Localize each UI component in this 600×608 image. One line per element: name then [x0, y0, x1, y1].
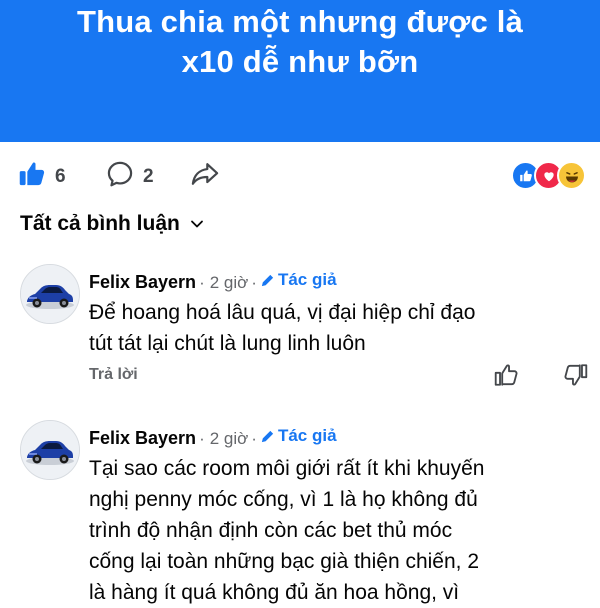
- thumbs-down-icon[interactable]: [563, 362, 589, 393]
- thumbs-up-icon[interactable]: [493, 362, 519, 393]
- post-banner: Thua chia một nhưng được là x10 dễ như b…: [0, 0, 600, 142]
- comment-bubble-icon: [106, 160, 134, 193]
- chevron-down-icon: [190, 213, 204, 237]
- author-badge: Tác giả: [260, 270, 337, 290]
- car-avatar-image: [21, 421, 79, 479]
- comment-author-name[interactable]: Felix Bayern: [89, 272, 196, 293]
- author-badge-label: Tác giả: [277, 270, 337, 289]
- comment-author-name[interactable]: Felix Bayern: [89, 428, 196, 449]
- post-actions-bar: 6 2: [0, 150, 600, 200]
- meta-separator: ·: [251, 428, 257, 448]
- comment-meta: Felix Bayern · 2 giờ · Tác giả: [89, 270, 337, 293]
- car-avatar-image: [21, 265, 79, 323]
- author-badge-label: Tác giả: [277, 426, 337, 445]
- banner-text-line-1: Thua chia một nhưng được là: [76, 4, 524, 39]
- pencil-icon: [261, 430, 274, 442]
- comment-timestamp[interactable]: 2 giờ: [210, 273, 249, 293]
- banner-text-line-2: x10 dễ như bỡn: [181, 44, 419, 79]
- pencil-icon: [261, 274, 274, 286]
- comment-timestamp[interactable]: 2 giờ: [210, 429, 249, 449]
- comment-actions: Trả lời: [89, 362, 589, 392]
- share-button[interactable]: [190, 160, 220, 193]
- meta-separator: ·: [199, 272, 205, 292]
- like-button[interactable]: 6: [18, 160, 66, 193]
- comment-count: 2: [143, 165, 154, 187]
- comment-meta: Felix Bayern · 2 giờ · Tác giả: [89, 426, 337, 449]
- comment-text-line: là hàng ít quá không đủ ăn hoa hồng, vì: [89, 581, 460, 604]
- like-count: 6: [55, 165, 66, 187]
- comments-sort-label: Tất cả bình luận: [20, 212, 180, 235]
- comment-text-line: cống lại toàn những bạc già thiện chiến,…: [89, 550, 480, 573]
- comment-text-line: nghị penny móc cống, vì 1 là họ không đủ: [89, 488, 478, 511]
- comments-sort-dropdown[interactable]: Tất cả bình luận: [20, 211, 204, 237]
- share-arrow-icon: [190, 160, 220, 193]
- comment-button[interactable]: 2: [106, 160, 154, 193]
- haha-reaction-icon: [557, 161, 586, 190]
- comment-text-line: trình độ nhận định còn các bet thủ móc: [89, 519, 453, 542]
- meta-separator: ·: [251, 272, 257, 292]
- author-badge: Tác giả: [260, 426, 337, 446]
- reactions-summary[interactable]: [511, 161, 586, 190]
- comment-text: Tại sao các room môi giới rất ít khi khu…: [89, 453, 589, 608]
- reply-button[interactable]: Trả lời: [89, 366, 138, 384]
- avatar[interactable]: [20, 264, 80, 324]
- comment-text-line: tút tát lại chút là lung linh luôn: [89, 332, 366, 355]
- thumbs-up-filled-icon: [18, 160, 46, 193]
- comment-text: Để hoang hoá lâu quá, vị đại hiệp chỉ đạ…: [89, 297, 589, 359]
- comment-text-line: Để hoang hoá lâu quá, vị đại hiệp chỉ đạ…: [89, 301, 476, 324]
- meta-separator: ·: [199, 428, 205, 448]
- comment-text-line: Tại sao các room môi giới rất ít khi khu…: [89, 457, 485, 480]
- avatar[interactable]: [20, 420, 80, 480]
